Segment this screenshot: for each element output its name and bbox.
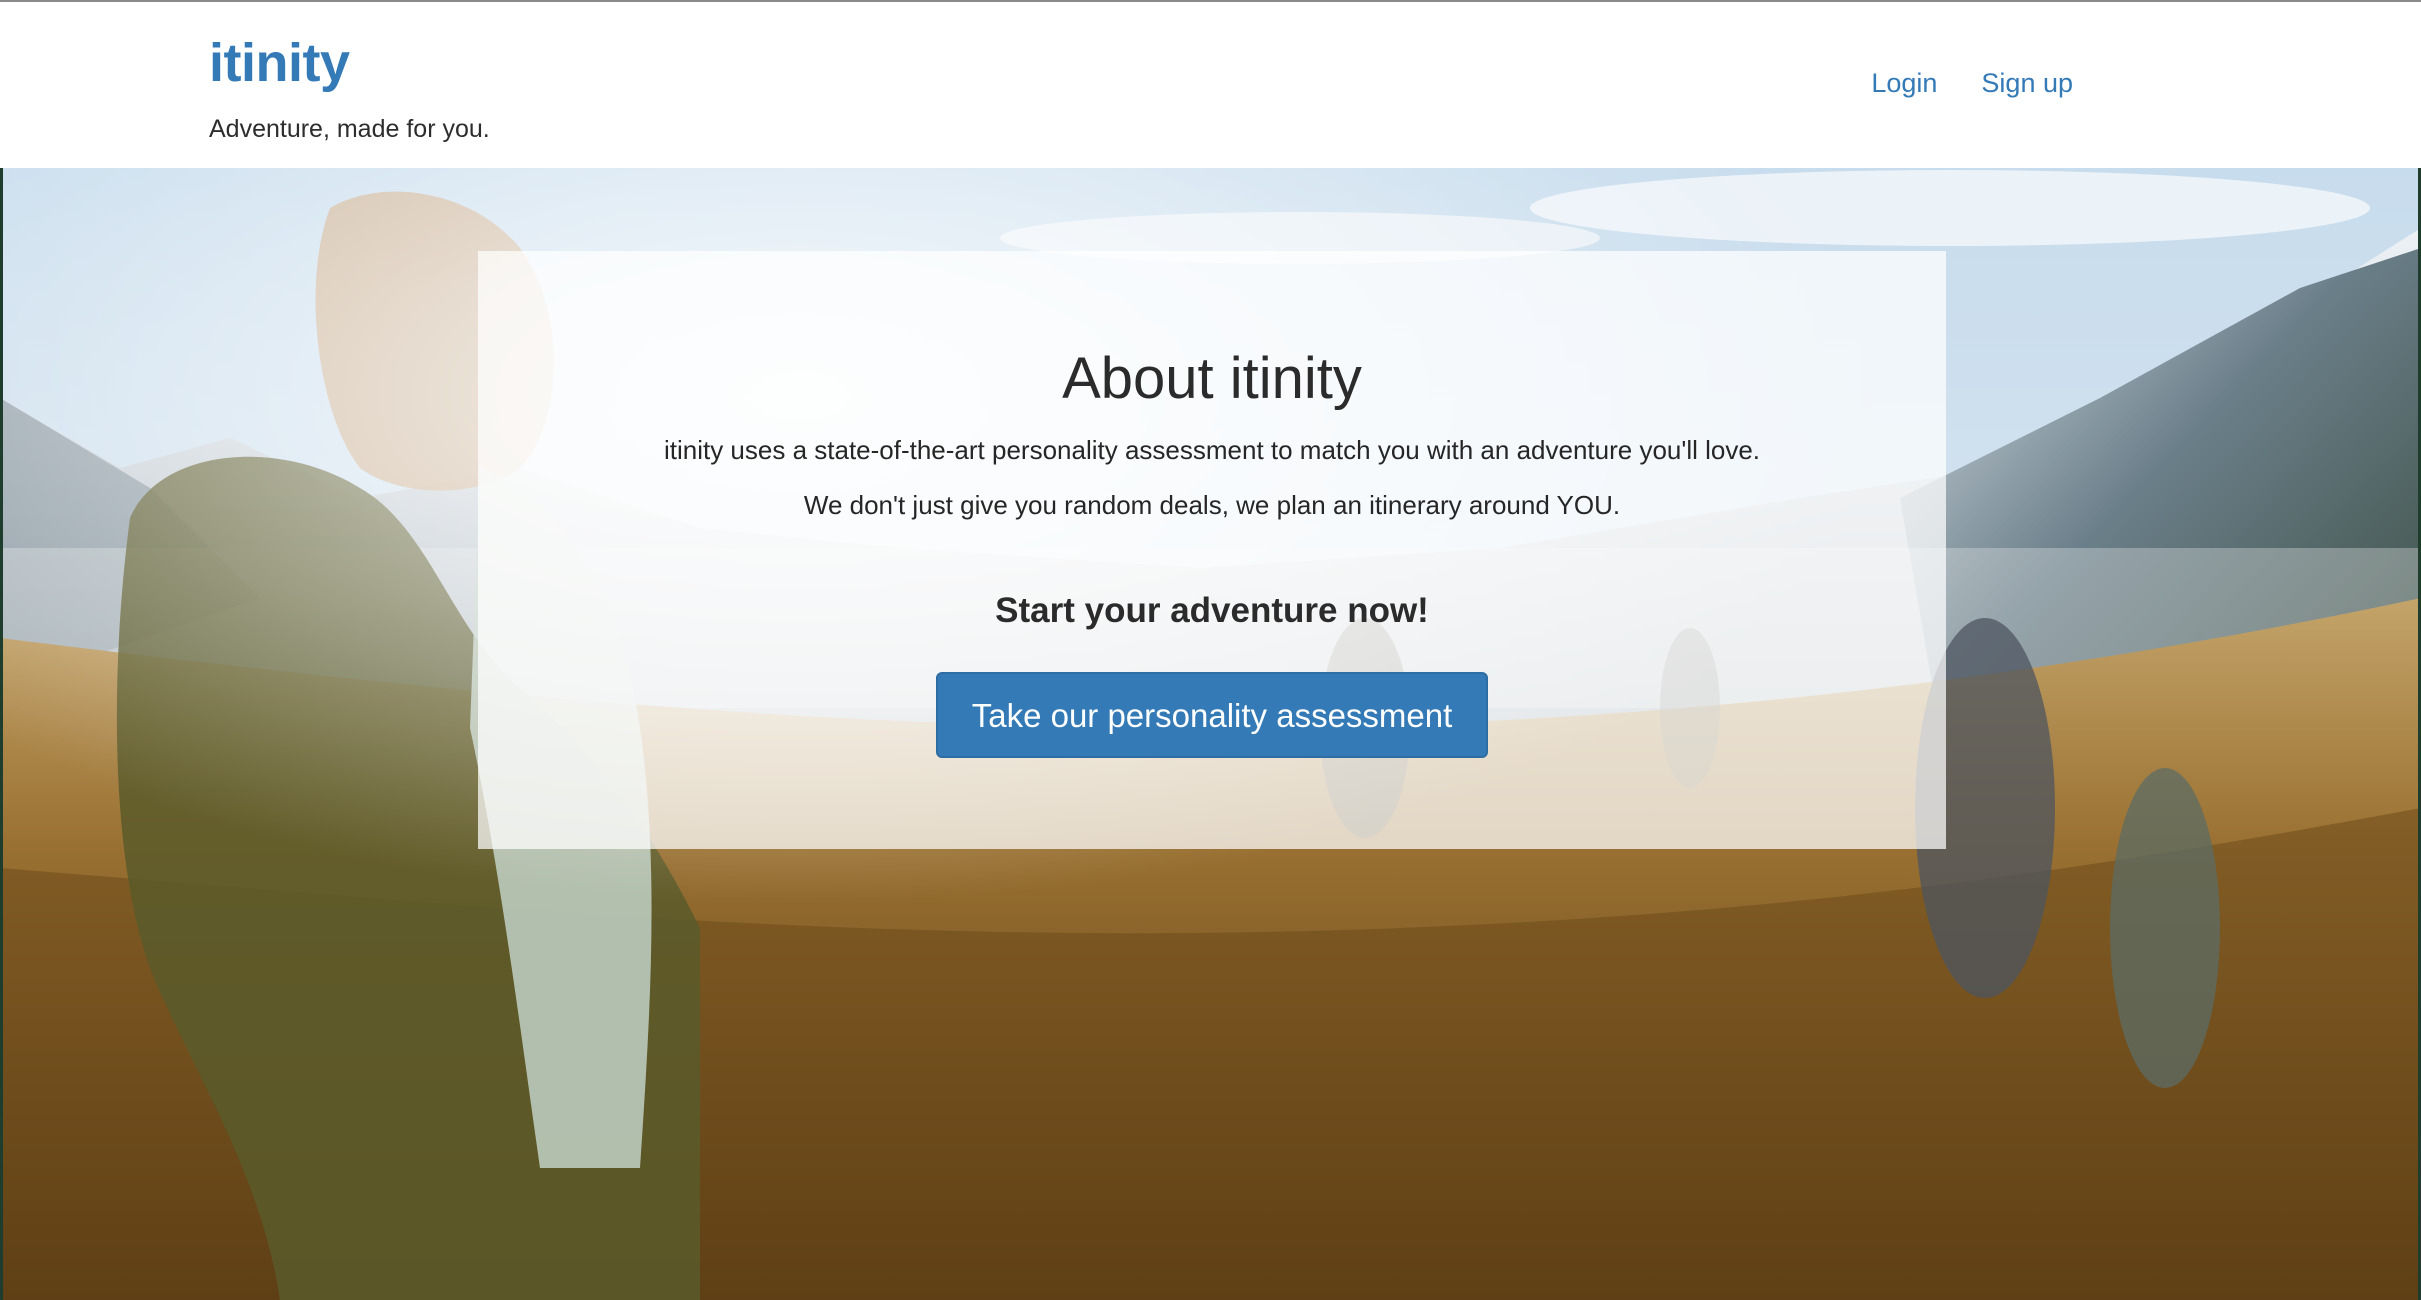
hero-left-edge [0,168,3,1300]
about-panel: About itinity itinity uses a state-of-th… [478,251,1946,849]
about-description-1: itinity uses a state-of-the-art personal… [663,435,1761,465]
login-link[interactable]: Login [1871,70,1937,97]
take-assessment-button[interactable]: Take our personality assessment [936,672,1488,758]
top-nav: Login Sign up [1871,70,2073,97]
tagline: Adventure, made for you. [209,115,490,143]
brand-logo[interactable]: itinity [209,36,350,90]
cta-heading: Start your adventure now! [995,591,1429,630]
signup-link[interactable]: Sign up [1981,70,2073,97]
site-header: itinity Adventure, made for you. Login S… [0,0,2421,168]
about-title: About itinity [1062,346,1362,411]
about-description-2: We don't just give you random deals, we … [803,490,1621,520]
